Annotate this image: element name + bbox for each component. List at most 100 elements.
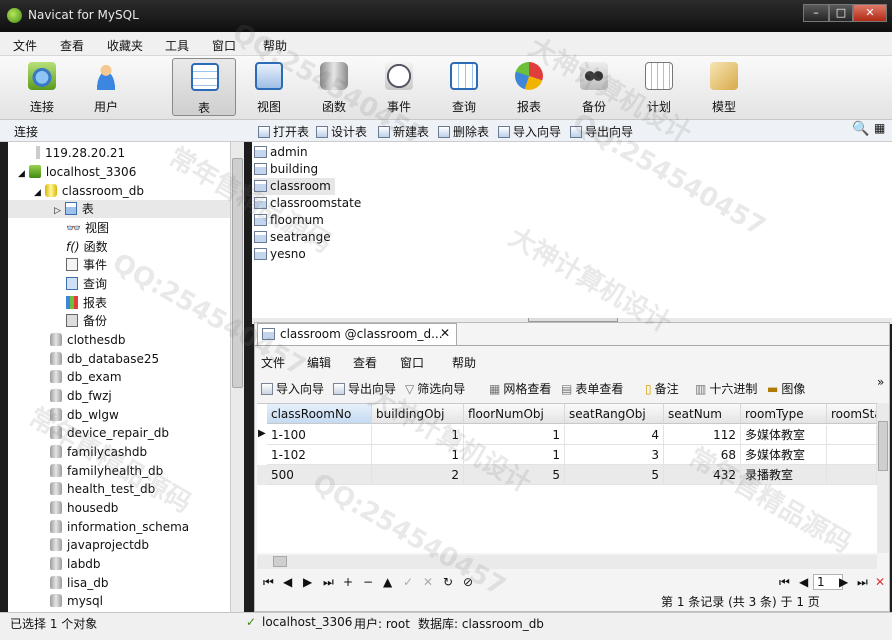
- doc-image-button[interactable]: ▬ 图像: [767, 380, 805, 397]
- tree-db-item[interactable]: housedb: [50, 499, 118, 517]
- import-wizard-button[interactable]: 导入向导: [498, 123, 561, 140]
- cell-seatnum[interactable]: 432: [664, 465, 741, 485]
- cell-roomtype[interactable]: 录播教室: [741, 465, 827, 485]
- cell-buildingobj[interactable]: 2: [372, 465, 464, 485]
- toolbar-query-button[interactable]: 查询: [432, 58, 496, 116]
- tree-folder-views[interactable]: 👓 视图: [66, 219, 109, 237]
- new-table-button[interactable]: 新建表: [378, 123, 429, 140]
- doc-tab[interactable]: classroom @classroom_d... ✕: [257, 323, 457, 345]
- cell-roomstate[interactable]: [827, 445, 877, 465]
- table-list-item[interactable]: classroomstate: [254, 195, 365, 212]
- apply-changes-button[interactable]: ✓: [403, 575, 413, 589]
- cell-buildingobj[interactable]: 1: [372, 425, 464, 445]
- toolbar-connection-button[interactable]: 连接: [10, 58, 74, 116]
- doc-tab-close-icon[interactable]: ✕: [440, 326, 450, 340]
- tree-scroll-thumb[interactable]: [232, 158, 243, 388]
- column-header[interactable]: floorNumObj: [464, 404, 565, 424]
- grid-vertical-scrollbar[interactable]: [877, 403, 889, 553]
- last-page-icon[interactable]: ⏭: [857, 575, 868, 590]
- settings-icon[interactable]: ✕: [875, 575, 885, 589]
- cell-seatrangobj[interactable]: 3: [565, 445, 664, 465]
- design-table-button[interactable]: 设计表: [316, 123, 367, 140]
- cell-seatnum[interactable]: 112: [664, 425, 741, 445]
- table-row[interactable]: 1-102 1 1 3 68 多媒体教室: [257, 445, 877, 465]
- doc-form-view-button[interactable]: ▤ 表单查看: [561, 380, 623, 397]
- toolbar-event-button[interactable]: 事件: [367, 58, 431, 116]
- column-header[interactable]: seatRangObj: [565, 404, 664, 424]
- cell-roomtype[interactable]: 多媒体教室: [741, 425, 827, 445]
- tree-db-item[interactable]: familyhealth_db: [50, 462, 163, 480]
- close-button[interactable]: ✕: [853, 4, 887, 22]
- cell-floornumobj[interactable]: 1: [464, 445, 565, 465]
- cell-floornumobj[interactable]: 1: [464, 425, 565, 445]
- toolbar-schedule-button[interactable]: 计划: [627, 58, 691, 116]
- tree-db-item[interactable]: mysql: [50, 592, 103, 610]
- table-list-item[interactable]: admin: [254, 144, 312, 161]
- table-row[interactable]: 500 2 5 5 432 录播教室: [257, 465, 877, 485]
- tree-server-localhost[interactable]: ◢ localhost_3306: [18, 163, 136, 181]
- edit-record-button[interactable]: ▲: [383, 575, 392, 589]
- last-record-button[interactable]: ⏭: [323, 575, 334, 590]
- cell-roomtype[interactable]: 多媒体教室: [741, 445, 827, 465]
- prev-page-icon[interactable]: ◀: [799, 575, 808, 589]
- refresh-button[interactable]: ↻: [443, 575, 453, 589]
- table-list-item-selected[interactable]: classroom: [254, 178, 335, 195]
- toolbar-overflow-icon[interactable]: »: [877, 375, 884, 389]
- tree-folder-events[interactable]: 事件: [66, 256, 107, 274]
- tree-db-item[interactable]: db_fwzj: [50, 387, 112, 405]
- first-record-button[interactable]: ⏮: [263, 575, 274, 590]
- stop-button[interactable]: ⊘: [463, 575, 473, 589]
- grid-horizontal-scrollbar[interactable]: [257, 555, 877, 569]
- toolbar-report-button[interactable]: 报表: [497, 58, 561, 116]
- tree-db-item[interactable]: device_repair_db: [50, 424, 169, 442]
- column-header[interactable]: seatNum: [664, 404, 741, 424]
- doc-menu-help[interactable]: 帮助: [452, 354, 476, 371]
- tree-db-item[interactable]: db_database25: [50, 350, 159, 368]
- table-list-item[interactable]: seatrange: [254, 229, 335, 246]
- search-icon[interactable]: 🔍: [852, 121, 869, 137]
- menu-view[interactable]: 查看: [60, 37, 84, 54]
- first-page-icon[interactable]: ⏮: [779, 575, 790, 590]
- cell-buildingobj[interactable]: 1: [372, 445, 464, 465]
- doc-export-wizard-button[interactable]: 导出向导: [333, 380, 396, 397]
- table-list-item[interactable]: floornum: [254, 212, 328, 229]
- table-list-item[interactable]: building: [254, 161, 322, 178]
- table-row[interactable]: ▶ 1-100 1 1 4 112 多媒体教室: [257, 425, 877, 445]
- menu-file[interactable]: 文件: [13, 37, 37, 54]
- tree-db-item[interactable]: db_wlgw: [50, 406, 119, 424]
- doc-hex-button[interactable]: ▥ 十六进制: [695, 380, 757, 397]
- export-wizard-button[interactable]: 导出向导: [570, 123, 633, 140]
- add-record-button[interactable]: +: [343, 575, 353, 589]
- toolbar-backup-button[interactable]: 备份: [562, 58, 626, 116]
- next-record-button[interactable]: ▶: [303, 575, 312, 589]
- doc-menu-window[interactable]: 窗口: [400, 354, 424, 371]
- maximize-button[interactable]: □: [829, 4, 853, 22]
- menu-help[interactable]: 帮助: [263, 37, 287, 54]
- column-header[interactable]: classRoomNo: [267, 404, 372, 424]
- open-table-button[interactable]: 打开表: [258, 123, 309, 140]
- cell-seatrangobj[interactable]: 5: [565, 465, 664, 485]
- cell-roomstate[interactable]: [827, 425, 877, 445]
- doc-menu-file[interactable]: 文件: [261, 354, 285, 371]
- tree-db-item[interactable]: labdb: [50, 555, 101, 573]
- tree-server-119[interactable]: 119.28.20.21: [36, 144, 125, 162]
- doc-filter-wizard-button[interactable]: ▽ 筛选向导: [405, 380, 465, 397]
- doc-import-wizard-button[interactable]: 导入向导: [261, 380, 324, 397]
- doc-grid-view-button[interactable]: ▦ 网格查看: [489, 380, 551, 397]
- toolbar-view-button[interactable]: 视图: [237, 58, 301, 116]
- tree-db-item[interactable]: lisa_db: [50, 574, 109, 592]
- cell-seatnum[interactable]: 68: [664, 445, 741, 465]
- tree-db-item[interactable]: health_test_db: [50, 480, 155, 498]
- tree-db-item[interactable]: information_schema: [50, 518, 189, 536]
- toolbar-table-button[interactable]: 表: [172, 58, 236, 116]
- tree-folder-backups[interactable]: 备份: [66, 312, 107, 330]
- cell-classroomno[interactable]: 1-100: [267, 425, 372, 445]
- prev-record-button[interactable]: ◀: [283, 575, 292, 589]
- column-header[interactable]: roomSta: [827, 404, 877, 424]
- tree-folder-functions[interactable]: f() 函数: [66, 238, 108, 256]
- tree-db-item[interactable]: db_exam: [50, 368, 122, 386]
- tree-folder-tables[interactable]: ▷ 表: [8, 200, 230, 218]
- toolbar-function-button[interactable]: 函数: [302, 58, 366, 116]
- column-header[interactable]: buildingObj: [372, 404, 464, 424]
- tree-scrollbar[interactable]: [230, 142, 244, 612]
